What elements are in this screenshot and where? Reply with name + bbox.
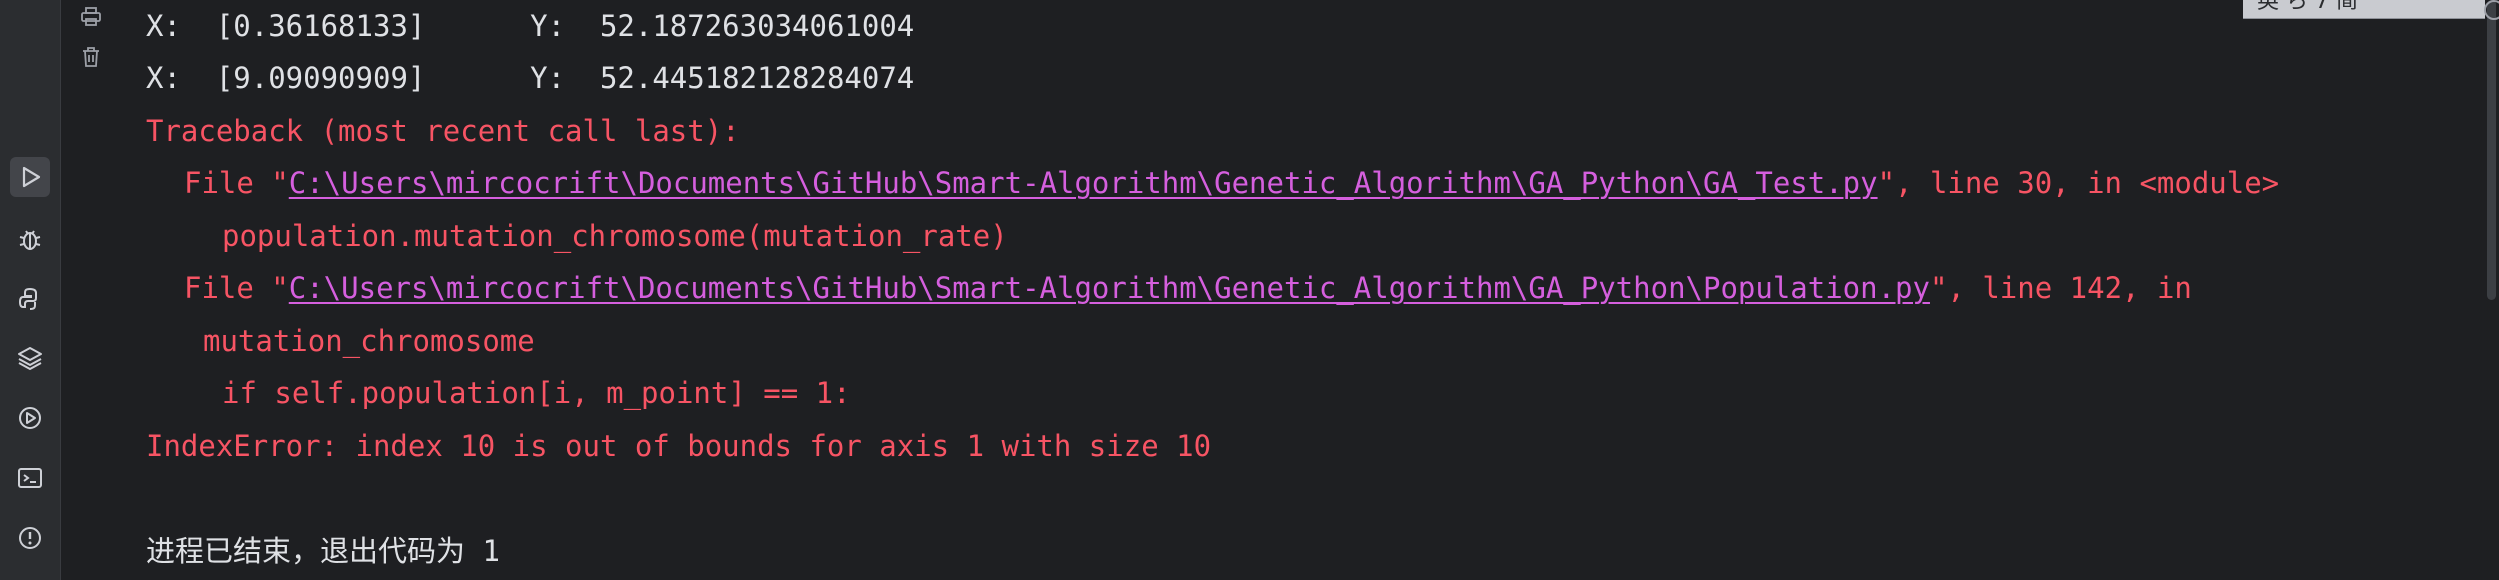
traceback-code: population.mutation_chromosome(mutation_… xyxy=(222,219,1008,253)
traceback-frame: File "C:\Users\mircocrift\Documents\GitH… xyxy=(184,268,2192,308)
error-message: IndexError: index 10 is out of bounds fo… xyxy=(146,429,1212,463)
bug-icon xyxy=(19,230,41,250)
terminal-tool-button[interactable] xyxy=(10,458,50,498)
exit-code: 1 xyxy=(482,534,500,568)
layers-tool-button[interactable] xyxy=(10,338,50,378)
y-label: Y: xyxy=(530,9,566,43)
frame-prefix: File " xyxy=(184,271,289,305)
clear-console-button[interactable] xyxy=(78,44,104,70)
layers-icon xyxy=(18,347,42,370)
x-value: [0.36168133] xyxy=(215,9,426,43)
play-icon xyxy=(22,166,41,188)
y-value: 52.187263034061004 xyxy=(599,9,915,43)
x-value: [9.09090909] xyxy=(215,61,426,95)
warning-icon xyxy=(19,527,41,549)
scrollbar-thumb[interactable] xyxy=(2487,0,2496,300)
tool-window-sidebar xyxy=(0,0,61,580)
trash-icon xyxy=(83,47,99,67)
process-exit-text: 进程已结束，退出代码为 xyxy=(146,534,466,568)
traceback-frame-continuation: mutation_chromosome xyxy=(203,324,535,358)
input-method-status: 英 ら 7 简 xyxy=(2257,0,2358,14)
process-exit-line: 进程已结束，退出代码为 1 xyxy=(146,531,500,571)
console-toolbar xyxy=(61,0,121,580)
problems-tool-button[interactable] xyxy=(10,518,50,558)
run-console-output[interactable]: X: [0.36168133] Y: 52.187263034061004 X:… xyxy=(146,0,2459,580)
output-line-xy: X: [9.09090909] Y: 52.445182128284074 xyxy=(146,58,914,98)
y-value: 52.445182128284074 xyxy=(599,61,915,95)
run-tool-button[interactable] xyxy=(10,157,50,197)
python-console-tool-button[interactable] xyxy=(10,279,50,319)
console-scrollbar[interactable] xyxy=(2485,0,2499,580)
y-label: Y: xyxy=(530,61,566,95)
ide-run-window: X: [0.36168133] Y: 52.187263034061004 X:… xyxy=(0,0,2499,580)
terminal-icon xyxy=(18,468,42,488)
file-path-link[interactable]: C:\Users\mircocrift\Documents\GitHub\Sma… xyxy=(289,166,1878,200)
services-icon xyxy=(19,407,41,429)
frame-suffix: ", line 30, in <module> xyxy=(1877,166,2280,200)
debug-tool-button[interactable] xyxy=(10,219,50,259)
corner-circle-icon xyxy=(2484,0,2499,20)
x-label: X: xyxy=(146,9,181,43)
traceback-header: Traceback (most recent call last): xyxy=(146,114,740,148)
printer-icon xyxy=(81,7,101,26)
traceback-code: if self.population[i, m_point] == 1: xyxy=(222,376,851,410)
frame-prefix: File " xyxy=(184,166,289,200)
python-icon xyxy=(18,287,37,310)
file-path-link[interactable]: C:\Users\mircocrift\Documents\GitHub\Sma… xyxy=(289,271,1930,305)
frame-suffix: ", line 142, in xyxy=(1929,271,2192,305)
output-line-xy: X: [0.36168133] Y: 52.187263034061004 xyxy=(146,6,914,46)
print-button[interactable] xyxy=(78,4,104,30)
input-method-toolbar[interactable]: 英 ら 7 简 xyxy=(2243,0,2499,19)
traceback-frame: File "C:\Users\mircocrift\Documents\GitH… xyxy=(184,163,2279,203)
x-label: X: xyxy=(146,61,181,95)
services-tool-button[interactable] xyxy=(10,398,50,438)
